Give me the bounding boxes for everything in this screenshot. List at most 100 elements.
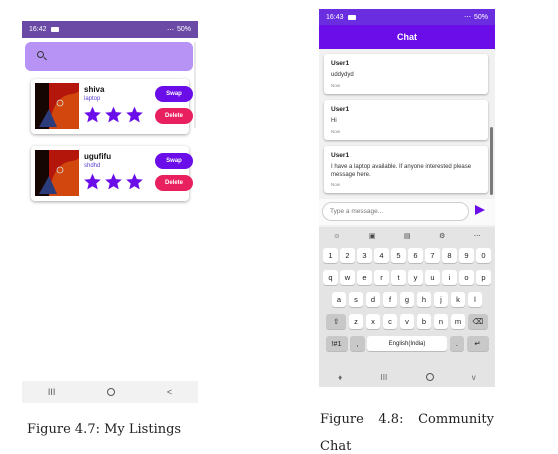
app-bar: Chat bbox=[319, 25, 495, 49]
chat-message: User1 Hi Now bbox=[324, 100, 488, 140]
listing-card[interactable]: ugufifu shdhd Swap Delete bbox=[31, 146, 193, 201]
key[interactable]: 1 bbox=[323, 248, 338, 263]
keyboard: 1 2 3 4 5 6 7 8 9 0 q w e r t y u i o p … bbox=[319, 245, 495, 367]
hide-keyboard-button[interactable]: v bbox=[472, 373, 476, 382]
key[interactable]: l bbox=[467, 292, 483, 307]
key[interactable]: n bbox=[433, 314, 449, 329]
chat-message: User1 I have a laptop available. If anyo… bbox=[324, 146, 488, 193]
backspace-key[interactable]: ⌫ bbox=[467, 314, 488, 329]
period-key[interactable]: . bbox=[449, 336, 464, 351]
delete-button[interactable]: Delete bbox=[155, 175, 193, 191]
caption-word: 4.8: bbox=[378, 412, 404, 427]
system-nav-bar: ♦ III v bbox=[319, 367, 495, 387]
key[interactable]: q bbox=[323, 270, 338, 285]
clipboard-icon[interactable]: ▤ bbox=[404, 232, 411, 240]
listing-subtitle: laptop bbox=[84, 96, 101, 102]
key[interactable]: z bbox=[348, 314, 364, 329]
key[interactable]: 3 bbox=[357, 248, 372, 263]
enter-key[interactable]: ↵ bbox=[466, 336, 489, 351]
listing-subtitle: shdhd bbox=[84, 163, 101, 169]
status-bar: 16:42 ⋯ 50% bbox=[22, 21, 198, 38]
recent-apps-button[interactable]: III bbox=[381, 373, 388, 382]
comma-key[interactable]: , bbox=[350, 336, 365, 351]
key[interactable]: g bbox=[399, 292, 415, 307]
key[interactable]: k bbox=[450, 292, 466, 307]
key[interactable]: 0 bbox=[476, 248, 491, 263]
keyboard-row-4: !#1 , English(India) . ↵ bbox=[319, 336, 495, 351]
mic-icon[interactable]: ♦ bbox=[338, 373, 342, 382]
community-chat-screen: 16:43 ⋯ 50% Chat User1 uddydyd Now User1… bbox=[319, 9, 495, 387]
home-button[interactable] bbox=[107, 388, 116, 396]
key[interactable]: s bbox=[348, 292, 364, 307]
back-button[interactable]: < bbox=[167, 387, 172, 397]
key[interactable]: j bbox=[433, 292, 449, 307]
star-rating bbox=[83, 105, 144, 124]
youtube-icon bbox=[347, 14, 356, 20]
system-nav-bar: III < bbox=[22, 381, 198, 403]
message-text: Hi bbox=[331, 118, 337, 124]
status-bar: 16:43 ⋯ 50% bbox=[319, 9, 495, 25]
key[interactable]: 9 bbox=[459, 248, 474, 263]
home-button[interactable] bbox=[425, 373, 434, 381]
scrollbar[interactable] bbox=[194, 42, 196, 128]
key[interactable]: 8 bbox=[442, 248, 457, 263]
key[interactable]: h bbox=[416, 292, 432, 307]
keyboard-row-3: ⇧ z x c v b n m ⌫ bbox=[319, 314, 495, 329]
message-text: I have a laptop available. If anyone int… bbox=[331, 164, 472, 178]
key[interactable]: 6 bbox=[408, 248, 423, 263]
key[interactable]: b bbox=[416, 314, 432, 329]
key[interactable]: 4 bbox=[374, 248, 389, 263]
symbols-key[interactable]: !#1 bbox=[325, 336, 348, 351]
keyboard-number-row: 1 2 3 4 5 6 7 8 9 0 bbox=[319, 248, 495, 263]
chat-message: User1 uddydyd Now bbox=[324, 54, 488, 94]
message-composer: Type a message... bbox=[319, 199, 495, 225]
key[interactable]: f bbox=[382, 292, 398, 307]
key[interactable]: i bbox=[442, 270, 457, 285]
key[interactable]: 2 bbox=[340, 248, 355, 263]
key[interactable]: d bbox=[365, 292, 381, 307]
message-time: Now bbox=[331, 182, 341, 187]
figure-caption: Figure 4.7: My Listings bbox=[27, 422, 182, 437]
key[interactable]: v bbox=[399, 314, 415, 329]
key[interactable]: y bbox=[408, 270, 423, 285]
sticker-icon[interactable]: ▣ bbox=[369, 232, 376, 240]
caption-word: Figure bbox=[320, 412, 364, 427]
key[interactable]: p bbox=[476, 270, 491, 285]
message-time: Now bbox=[331, 82, 341, 88]
key[interactable]: t bbox=[391, 270, 406, 285]
key[interactable]: m bbox=[450, 314, 466, 329]
star-icon bbox=[84, 106, 101, 123]
message-user: User1 bbox=[331, 152, 350, 159]
listing-title: ugufifu bbox=[84, 152, 112, 161]
listing-card[interactable]: shiva laptop Swap Delete bbox=[31, 79, 193, 134]
emoji-icon[interactable]: ☺ bbox=[333, 233, 340, 240]
more-icon[interactable]: ⋯ bbox=[474, 232, 481, 240]
key[interactable]: x bbox=[365, 314, 381, 329]
key[interactable]: o bbox=[459, 270, 474, 285]
key[interactable]: a bbox=[331, 292, 347, 307]
settings-icon[interactable]: ⚙ bbox=[439, 232, 445, 240]
send-icon[interactable] bbox=[475, 205, 485, 215]
status-battery: 50% bbox=[473, 13, 488, 21]
delete-button[interactable]: Delete bbox=[155, 108, 193, 124]
key[interactable]: 5 bbox=[391, 248, 406, 263]
keyboard-row-2: a s d f g h j k l bbox=[319, 292, 495, 307]
message-text: uddydyd bbox=[331, 72, 354, 78]
status-time: 16:42 bbox=[29, 26, 47, 33]
key[interactable]: r bbox=[374, 270, 389, 285]
key[interactable]: u bbox=[425, 270, 440, 285]
key[interactable]: c bbox=[382, 314, 398, 329]
key[interactable]: 7 bbox=[425, 248, 440, 263]
space-key[interactable]: English(India) bbox=[367, 336, 447, 351]
scrollbar[interactable] bbox=[490, 127, 493, 195]
key[interactable]: e bbox=[357, 270, 372, 285]
swap-button[interactable]: Swap bbox=[155, 86, 193, 102]
swap-button[interactable]: Swap bbox=[155, 153, 193, 169]
search-bar[interactable] bbox=[25, 42, 193, 71]
recent-apps-button[interactable]: III bbox=[48, 387, 56, 397]
shift-key[interactable]: ⇧ bbox=[326, 314, 347, 329]
key[interactable]: w bbox=[340, 270, 355, 285]
listing-image bbox=[35, 83, 79, 129]
star-icon bbox=[126, 106, 143, 123]
message-input[interactable]: Type a message... bbox=[322, 202, 469, 221]
